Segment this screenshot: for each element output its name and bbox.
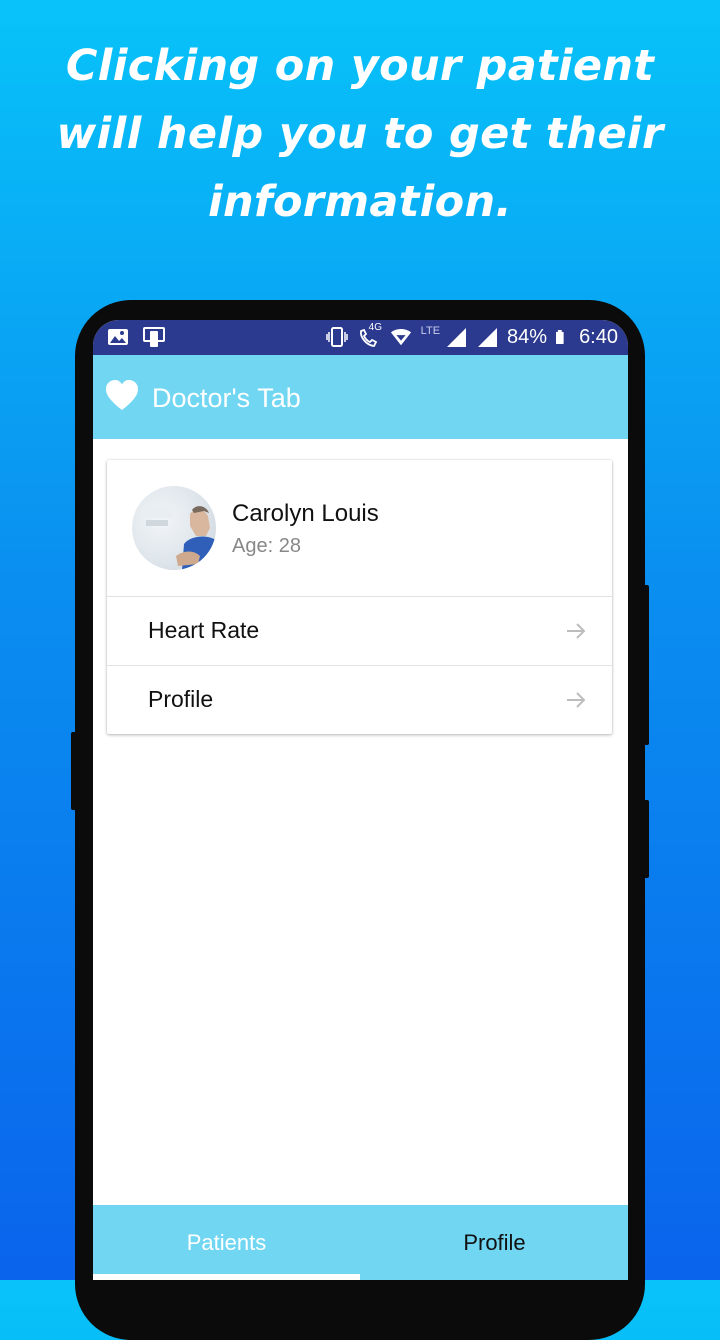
patient-card[interactable]: Carolyn Louis Age: 28 Heart Rate Profile	[107, 460, 612, 734]
heart-icon	[106, 380, 138, 410]
gallery-notification-icon	[108, 329, 128, 345]
arrow-right-icon	[567, 692, 586, 708]
tab-patients[interactable]: Patients	[93, 1205, 360, 1280]
phone-side-button	[643, 800, 649, 878]
patient-photo-image	[142, 506, 216, 570]
heart-rate-row[interactable]: Heart Rate	[107, 597, 612, 665]
heart-rate-label: Heart Rate	[148, 617, 260, 643]
screen-mirror-icon	[143, 327, 165, 347]
tab-patients-label: Patients	[186, 1230, 267, 1255]
battery-icon	[556, 330, 564, 344]
phone-side-button	[71, 732, 77, 810]
promo-headline: Clicking on your patient will help you t…	[40, 32, 680, 236]
wifi-icon	[390, 328, 411, 346]
status-bar: 4G LTE 84% 6:40	[93, 320, 628, 355]
app-bar: Doctor's Tab	[93, 355, 628, 439]
phone-side-button	[643, 585, 649, 745]
promo-headline-line: Clicking on your patient	[65, 41, 655, 91]
call-4g-icon: 4G	[357, 322, 382, 348]
network-type-label: LTE	[420, 325, 441, 337]
data-type-label: 4G	[368, 322, 383, 333]
vibrate-icon	[325, 327, 348, 347]
patient-avatar[interactable]	[132, 486, 216, 570]
patient-name: Carolyn Louis	[232, 500, 379, 527]
promo-headline-line: will help you to get their	[56, 109, 664, 159]
tab-selected-indicator	[93, 1274, 360, 1280]
tab-profile[interactable]: Profile	[361, 1205, 628, 1280]
signal-icon-1	[447, 328, 467, 347]
app-title: Doctor's Tab	[152, 383, 301, 413]
arrow-right-icon	[567, 623, 586, 639]
profile-label: Profile	[148, 686, 214, 712]
profile-row[interactable]: Profile	[107, 666, 612, 734]
battery-percent: 84%	[507, 326, 548, 348]
promo-headline-line: information.	[207, 177, 512, 227]
phone-screen: 4G LTE 84% 6:40 Doctor's Tab Carolyn Lou…	[93, 320, 628, 1280]
clock: 6:40	[579, 326, 618, 348]
patient-age: Age: 28	[232, 535, 301, 557]
bottom-navigation: Patients Profile	[93, 1205, 628, 1280]
tab-profile-label: Profile	[463, 1230, 526, 1255]
signal-icon-2	[478, 328, 498, 347]
